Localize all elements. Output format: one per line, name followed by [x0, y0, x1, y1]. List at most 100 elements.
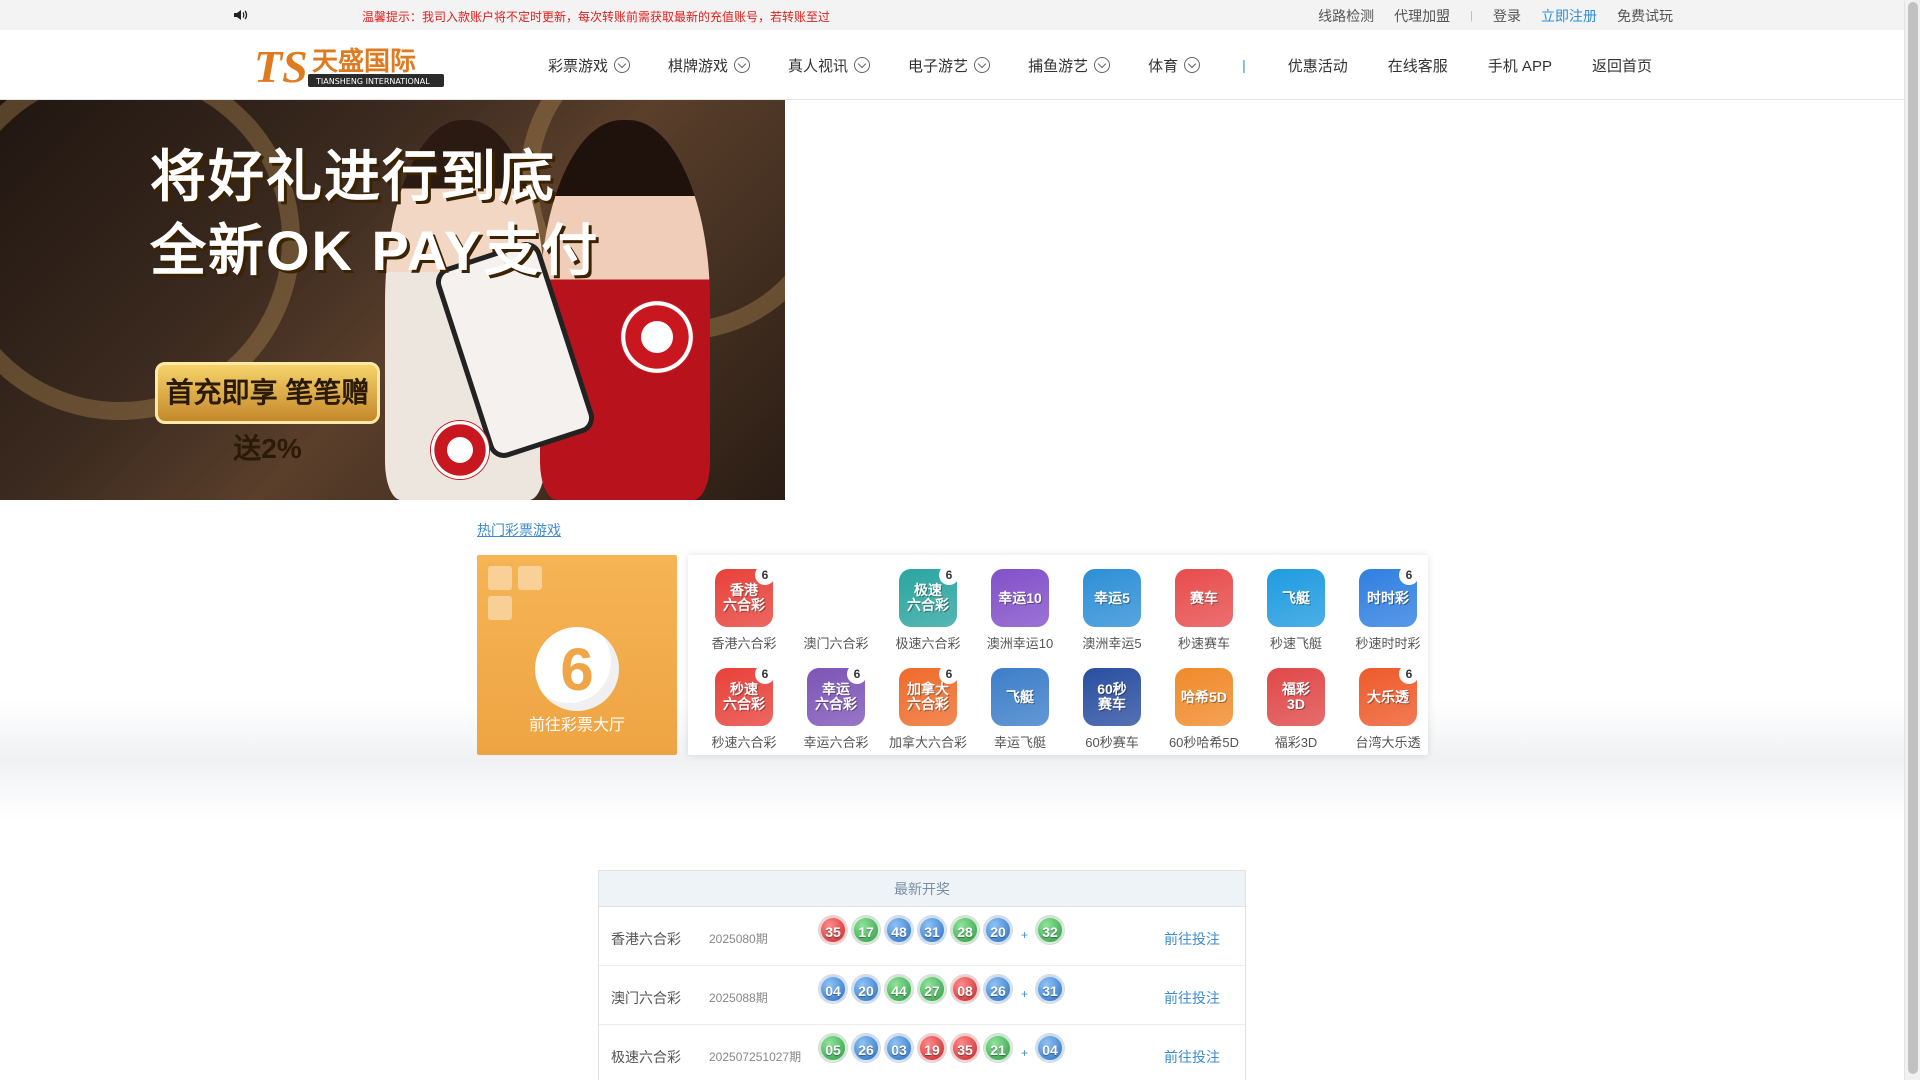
nav-live[interactable]: 真人视讯 — [788, 55, 871, 76]
svg-text:TS: TS — [254, 41, 308, 92]
nav-home[interactable]: 返回首页 — [1592, 55, 1652, 76]
draw-game-name: 香港六合彩 — [611, 931, 681, 947]
game-icon: 香港 六合彩 6 — [715, 565, 775, 627]
draw-numbers: 04 20 44 27 08 26 +31 — [819, 975, 1069, 1003]
promo-banner[interactable]: 将好礼进行到底 全新OK PAY支付 首充即享 笔笔赠送2% — [0, 100, 785, 500]
main-header: TS 天盛国际 TIANSHENG INTERNATIONAL 彩票游戏 棋牌游… — [0, 30, 1904, 100]
lottery-game-item[interactable]: 赛车 秒速赛车 — [1158, 569, 1250, 652]
nav-label: 捕鱼游艺 — [1028, 57, 1089, 75]
number-ball: 28 — [951, 916, 979, 944]
lottery-game-item[interactable]: 大乐透 6 台湾大乐透 — [1342, 664, 1434, 751]
scrollbar-thumb[interactable] — [1908, 2, 1918, 1074]
banner-headline: 将好礼进行到底 全新OK PAY支付 — [150, 140, 599, 288]
lottery-game-item[interactable]: 60秒 赛车 60秒赛车 — [1066, 668, 1158, 751]
register-link[interactable]: 立即注册 — [1541, 6, 1597, 26]
lottery-game-item[interactable]: 幸运5 澳洲幸运5 — [1066, 569, 1158, 652]
number-ball: 27 — [918, 975, 946, 1003]
game-icon-text: 大乐透 — [1367, 688, 1409, 705]
lottery-game-item[interactable]: 澳门六合彩 — [790, 569, 882, 652]
nav-mobile-app[interactable]: 手机 APP — [1488, 55, 1552, 76]
game-icon-text: 哈希5D — [1181, 688, 1227, 705]
top-divider: | — [1470, 10, 1473, 22]
bet-link[interactable]: 前往投注 — [1164, 929, 1220, 949]
bet-link[interactable]: 前往投注 — [1164, 988, 1220, 1008]
six-badge-icon: 6 — [1399, 664, 1419, 684]
hall-decor — [518, 566, 542, 590]
banner-headline-1: 将好礼进行到底 — [150, 145, 556, 208]
game-label: 幸运六合彩 — [803, 735, 869, 750]
nav-label: 彩票游戏 — [548, 57, 609, 75]
chevron-down-icon — [614, 57, 631, 73]
number-ball: 03 — [885, 1034, 913, 1062]
number-ball: 35 — [819, 916, 847, 944]
game-icon: 极速 六合彩 6 — [899, 565, 959, 627]
game-icon-text: 时时彩 — [1367, 589, 1409, 606]
game-icon: 时时彩 6 — [1359, 565, 1419, 627]
nav-sports[interactable]: 体育 — [1148, 55, 1201, 76]
lottery-game-item[interactable]: 飞艇 幸运飞艇 — [974, 668, 1066, 751]
line-check-link[interactable]: 线路检测 — [1318, 6, 1374, 26]
lottery-game-item[interactable]: 幸运 六合彩 6 幸运六合彩 — [790, 664, 882, 751]
chevron-down-icon — [974, 57, 991, 73]
agent-link[interactable]: 代理加盟 — [1394, 6, 1450, 26]
chevron-down-icon — [1184, 57, 1201, 73]
number-ball: 44 — [885, 975, 913, 1003]
game-label: 秒速飞艇 — [1269, 636, 1322, 651]
nav-slots[interactable]: 电子游艺 — [908, 55, 991, 76]
banner-chip — [430, 420, 490, 480]
game-label: 澳洲幸运5 — [1082, 636, 1142, 651]
lottery-game-item[interactable]: 秒速 六合彩 6 秒速六合彩 — [698, 664, 790, 751]
game-label: 台湾大乐透 — [1355, 735, 1421, 750]
nav-label: 体育 — [1148, 57, 1179, 75]
game-icon-text: 加拿大 六合彩 — [907, 681, 949, 712]
game-label: 秒速赛车 — [1177, 636, 1230, 651]
lottery-game-item[interactable]: 香港 六合彩 6 香港六合彩 — [698, 565, 790, 652]
nav-promotions[interactable]: 优惠活动 — [1288, 55, 1348, 76]
game-label: 秒速时时彩 — [1355, 636, 1421, 651]
marquee-notice: 温馨提示：我司入款账户将不定时更新，每次转账前需获取最新的充值账号，若转账至过 — [362, 10, 831, 24]
nav-chess[interactable]: 棋牌游戏 — [668, 55, 751, 76]
game-label: 60秒赛车 — [1085, 735, 1139, 750]
hall-decor — [488, 596, 512, 620]
six-badge-icon: 6 — [755, 664, 775, 684]
lottery-hall-button[interactable]: 6 前往彩票大厅 — [477, 555, 677, 755]
page-scrollbar[interactable] — [1904, 0, 1920, 1080]
game-icon-text: 60秒 赛车 — [1097, 681, 1127, 712]
speaker-icon[interactable] — [232, 7, 248, 23]
number-ball: 05 — [819, 1034, 847, 1062]
nav-lottery[interactable]: 彩票游戏 — [548, 55, 631, 76]
draw-row: 极速六合彩 202507251027期 05 26 03 19 35 21 +04 前往投注 — [599, 1025, 1245, 1080]
login-link[interactable]: 登录 — [1493, 6, 1521, 26]
special-number-ball: 31 — [1036, 975, 1065, 1003]
nav-support[interactable]: 在线客服 — [1388, 55, 1448, 76]
game-icon: 福彩 3D — [1267, 668, 1325, 726]
lottery-game-item[interactable]: 时时彩 6 秒速时时彩 — [1342, 565, 1434, 652]
hall-decor — [488, 566, 512, 590]
ball-number: 6 — [560, 636, 594, 703]
six-badge-icon: 6 — [939, 664, 959, 684]
nav-label: 电子游艺 — [908, 57, 969, 75]
game-label: 幸运飞艇 — [993, 735, 1046, 750]
free-trial-link[interactable]: 免费试玩 — [1617, 6, 1673, 26]
lottery-game-item[interactable]: 飞艇 秒速飞艇 — [1250, 569, 1342, 652]
bet-link[interactable]: 前往投注 — [1164, 1047, 1220, 1067]
game-icon-text: 福彩 3D — [1282, 681, 1310, 712]
lottery-game-item[interactable]: 福彩 3D 福彩3D — [1250, 668, 1342, 751]
lottery-game-item[interactable]: 幸运10 澳洲幸运10 — [974, 569, 1066, 652]
draw-numbers: 35 17 48 31 28 20 +32 — [819, 916, 1069, 944]
game-icon-text: 飞艇 — [1282, 589, 1310, 606]
top-links: 线路检测 代理加盟 | 登录 立即注册 免费试玩 — [1298, 6, 1673, 26]
game-icon-text: 香港 六合彩 — [723, 582, 765, 613]
site-logo[interactable]: TS 天盛国际 TIANSHENG INTERNATIONAL — [252, 38, 448, 92]
nav-fishing[interactable]: 捕鱼游艺 — [1028, 55, 1111, 76]
draw-period: 2025080期 — [709, 932, 768, 946]
lottery-game-item[interactable]: 哈希5D 60秒哈希5D — [1158, 668, 1250, 751]
game-label: 加拿大六合彩 — [888, 735, 967, 750]
number-ball: 19 — [918, 1034, 946, 1062]
game-icon-text: 幸运 六合彩 — [815, 681, 857, 712]
lottery-game-item[interactable]: 加拿大 六合彩 6 加拿大六合彩 — [882, 664, 974, 751]
hot-lottery-title[interactable]: 热门彩票游戏 — [477, 520, 561, 540]
game-icon: 大乐透 6 — [1359, 664, 1419, 726]
banner-chip — [620, 300, 694, 374]
lottery-game-item[interactable]: 极速 六合彩 6 极速六合彩 — [882, 565, 974, 652]
